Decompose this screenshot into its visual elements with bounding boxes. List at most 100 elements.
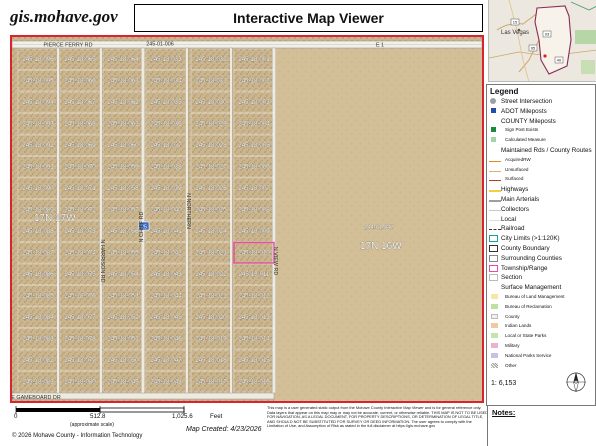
- legend-item-label: Maintained Rds / County Routes: [501, 147, 592, 154]
- parcel-label: 245-18-032: [195, 56, 227, 63]
- notes-title: Notes:: [492, 408, 516, 417]
- fill-military-icon: [491, 343, 498, 348]
- box-pink-icon: [489, 264, 498, 272]
- parcel-label: 245-18-088: [22, 228, 54, 235]
- parcel[interactable]: 245-18-010: [233, 241, 275, 264]
- legend-panel: Legend Street Intersection ADOT Mileposts…: [486, 84, 596, 406]
- fill-bor-icon: [491, 303, 498, 309]
- legend-item-label: ADOT Mileposts: [501, 107, 547, 115]
- parcel-label: 245-18-037: [150, 142, 182, 149]
- sq-lgreen-icon: [491, 137, 496, 143]
- legend-item-label: Bureau of Reclamation: [505, 303, 552, 309]
- parcel-label: 245-18-077: [64, 314, 96, 321]
- legend-item-label: Unsurfaced: [505, 166, 529, 172]
- parcel-label: 245-18-079: [64, 357, 96, 364]
- parcel-label: 245-18-063: [107, 78, 139, 85]
- legend-item-label: Surface Management: [501, 284, 562, 292]
- parcel-label: 245-18-057: [107, 207, 139, 214]
- page-title: Interactive Map Viewer: [134, 4, 483, 32]
- legend-item-label: AcquiredRW: [505, 156, 531, 162]
- notes-panel: Notes:: [487, 406, 596, 446]
- scale-tick-1: 512.8: [90, 413, 106, 420]
- parcel-label: 245-18-054: [107, 271, 139, 278]
- legend-item: Main Arterials: [487, 195, 595, 205]
- copyright-text: © 2026 Mohave County - Information Techn…: [12, 433, 143, 439]
- legend-item: COUNTY Mileposts: [487, 117, 595, 127]
- sq-blue-icon: [491, 107, 496, 113]
- map-created-date: Map Created: 4/23/2026: [186, 426, 262, 433]
- sq-green-icon: [491, 127, 496, 133]
- legend-item-label: Local: [501, 215, 517, 223]
- parcel-label: 245-18-074: [64, 250, 96, 257]
- parcel-label: 245-18-017: [195, 379, 227, 386]
- ln-orange-icon: [489, 160, 501, 162]
- overview-road-shield-icon: 15: [510, 18, 520, 26]
- legend-item: AcquiredRW: [487, 156, 595, 166]
- parcel-label: 245-18-065: [64, 56, 96, 63]
- map-canvas[interactable]: 245-18-096 245-18-095 245-18-094 245-18-093…: [10, 35, 484, 403]
- overview-map[interactable]: Las Vegas 15 95 93 40: [488, 0, 596, 82]
- legend-item: County: [487, 313, 595, 323]
- parcel-label: 245-18-040: [150, 207, 182, 214]
- parcel-label: 245-18-070: [64, 164, 96, 171]
- legend-item-label: COUNTY Mileposts: [501, 117, 556, 125]
- legend-item-label: Street Intersection: [501, 98, 553, 105]
- parcel-label: 245-18-006: [238, 164, 270, 171]
- legend-item: Street Intersection: [487, 97, 595, 107]
- parcel-label: 245-18-087: [22, 250, 54, 257]
- parcel-label: 245-18-061: [107, 121, 139, 128]
- parcel-label: 245-18-029: [195, 121, 227, 128]
- road-label-top-road-right: E 1: [376, 43, 384, 49]
- parcel-label: 245-18-045: [150, 314, 182, 321]
- parcel-label: 245-18-093: [22, 121, 54, 128]
- parcel-label: 245-18-024: [195, 228, 227, 235]
- parcel-label: 245-18-025: [195, 207, 227, 214]
- ln-gray-icon: [489, 200, 501, 202]
- parcel-label: 245-18-044: [150, 293, 182, 300]
- svg-text:95: 95: [531, 46, 536, 51]
- parcel-label: 245-18-019: [195, 336, 227, 343]
- parcel-label: 245-18-005: [238, 142, 270, 149]
- legend-item: National Parks Service: [487, 352, 595, 362]
- legend-item: Local: [487, 215, 595, 225]
- box-teal-icon: [489, 235, 498, 243]
- parcel-label: 245-18-035: [150, 99, 182, 106]
- parcel-label: 245-18-090: [22, 185, 54, 192]
- legend-item: ADOT Mileposts: [487, 107, 595, 117]
- legend-item: Maintained Rds / County Routes: [487, 146, 595, 156]
- parcel-label: 245-18-012: [238, 293, 270, 300]
- legend-item-label: Surfaced: [505, 176, 524, 182]
- parcel-label: 245-18-067: [64, 99, 96, 106]
- legend-item: Highways: [487, 185, 595, 195]
- parcel-label: 245-18-023: [195, 250, 227, 257]
- ln-rail-icon: [489, 229, 501, 231]
- legend-item-label: Collectors: [501, 205, 529, 213]
- parcel-label: 245-18-049: [107, 379, 139, 386]
- road-label-top-road-id: 245-01-006: [146, 42, 174, 48]
- parcel-label: 245-18-062: [107, 99, 139, 106]
- parcel-label: 245-18-068: [64, 121, 96, 128]
- box-lgray-icon: [489, 274, 498, 282]
- legend-item: Military: [487, 342, 595, 352]
- parcel-label: 245-18-021: [195, 293, 227, 300]
- parcel-label: 245-18-092: [22, 142, 54, 149]
- ln-lgray-icon: [489, 209, 501, 211]
- scale-approx-note: (approximate scale): [70, 422, 114, 428]
- parcel-label: 245-18-048: [150, 379, 182, 386]
- parcel-label-east: 244-01-047: [364, 225, 394, 231]
- legend-item-label: Indian Lands: [505, 323, 532, 329]
- parcel-label: 245-18-022: [195, 271, 227, 278]
- road-label-vertical-road-3: N NORTHERN: [185, 193, 191, 229]
- svg-text:15: 15: [513, 20, 518, 25]
- parcel-map[interactable]: 245-18-096 245-18-095 245-18-094 245-18-093…: [12, 37, 482, 401]
- parcel-label: 245-18-084: [22, 314, 54, 321]
- parcel-label: 245-18-052: [107, 314, 139, 321]
- parcel-label: 245-18-028: [195, 142, 227, 149]
- scale-unit: Feet: [210, 413, 223, 420]
- legend-item: Surface Management: [487, 283, 595, 293]
- parcel-label: 245-18-053: [107, 293, 139, 300]
- parcel-label: 245-18-008: [238, 207, 270, 214]
- ln-red-icon: [489, 180, 501, 182]
- legend-item-label: Railroad: [501, 225, 525, 233]
- parcel-label: 245-18-055: [107, 250, 139, 257]
